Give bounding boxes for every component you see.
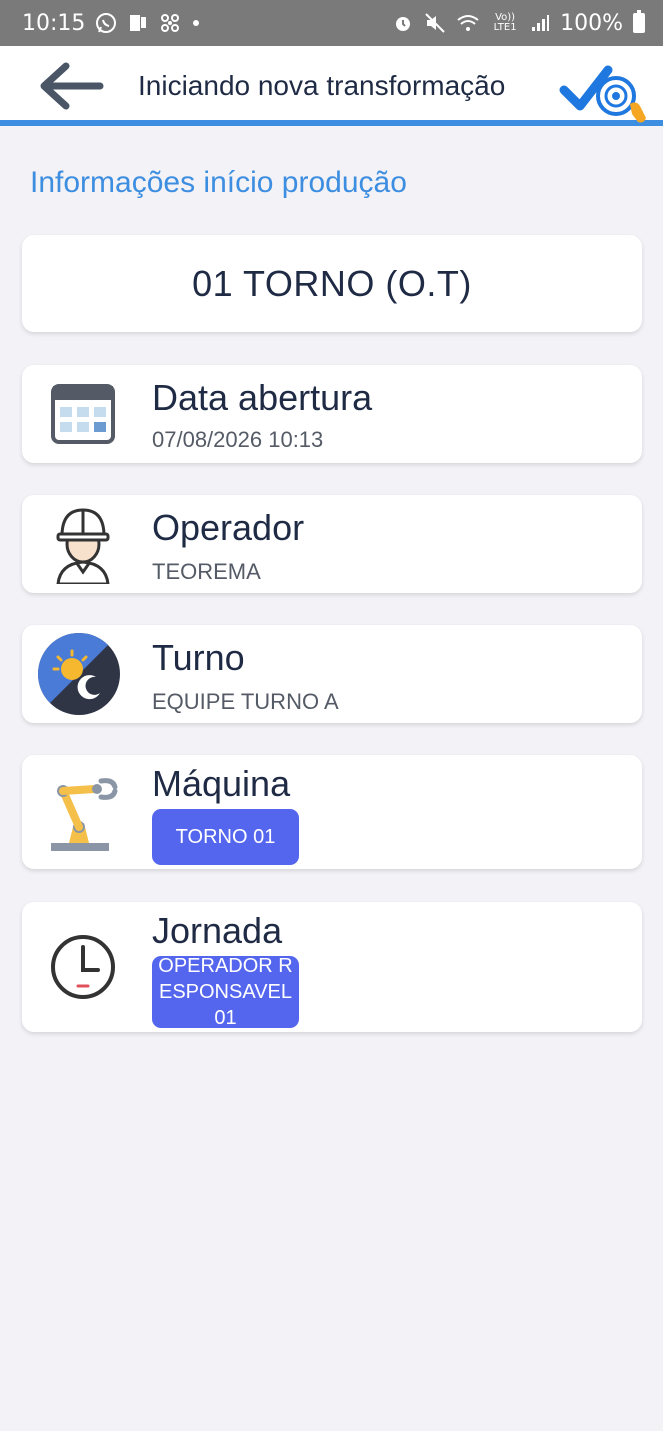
journey-chip[interactable]: OPERADOR RESPONSAVEL 01 xyxy=(152,955,299,1029)
shift-label: Turno xyxy=(152,637,245,678)
app-header: Iniciando nova transformação xyxy=(0,46,663,126)
journey-card[interactable]: Jornada OPERADOR RESPONSAVEL 01 xyxy=(22,902,642,1032)
page-title: Iniciando nova transformação xyxy=(138,70,506,101)
arrow-left-icon xyxy=(40,62,104,110)
status-right: Vo)) LTE1 100% xyxy=(392,10,645,36)
machine-label: Máquina xyxy=(152,763,291,804)
operator-card[interactable]: Operador TEOREMA xyxy=(22,495,642,593)
order-card[interactable]: 01 TORNO (O.T) xyxy=(22,235,642,332)
battery-percent: 100% xyxy=(560,10,623,36)
operator-value: TEOREMA xyxy=(152,559,261,584)
shift-value: EQUIPE TURNO A xyxy=(152,689,339,714)
machine-card[interactable]: Máquina TORNO 01 xyxy=(22,755,642,869)
date-card[interactable]: Data abertura 07/08/2026 10:13 xyxy=(22,365,642,463)
section-title: Informações início produção xyxy=(30,166,407,199)
operator-label: Operador xyxy=(152,507,305,548)
shift-card[interactable]: Turno EQUIPE TURNO A xyxy=(22,625,642,723)
confirm-button[interactable] xyxy=(558,56,658,126)
check-target-icon xyxy=(559,65,646,123)
volte-icon: Vo)) LTE1 xyxy=(493,12,517,33)
worker-helmet-icon xyxy=(40,501,126,587)
back-button[interactable] xyxy=(36,60,104,112)
fan-icon xyxy=(159,12,181,34)
status-left: 10:15 xyxy=(22,11,201,36)
mute-icon xyxy=(424,12,446,34)
battery-icon xyxy=(633,10,645,33)
robot-arm-icon xyxy=(40,769,126,855)
date-label: Data abertura xyxy=(152,377,373,418)
dot-icon xyxy=(191,18,201,28)
alarm-icon xyxy=(392,12,414,34)
status-bar: 10:15 Vo)) LTE1 100% xyxy=(0,0,663,46)
status-time: 10:15 xyxy=(22,10,86,36)
order-label: 01 TORNO (O.T) xyxy=(192,262,472,304)
machine-chip[interactable]: TORNO 01 xyxy=(152,809,299,865)
calendar-icon xyxy=(40,371,126,457)
whatsapp-icon xyxy=(95,12,117,34)
notification-icon xyxy=(127,12,149,34)
day-night-icon xyxy=(36,631,122,717)
date-value: 07/08/2026 10:13 xyxy=(152,427,324,452)
clock-icon xyxy=(40,924,126,1010)
wifi-icon xyxy=(456,12,480,34)
journey-label: Jornada xyxy=(152,910,283,951)
signal-icon xyxy=(530,13,550,33)
